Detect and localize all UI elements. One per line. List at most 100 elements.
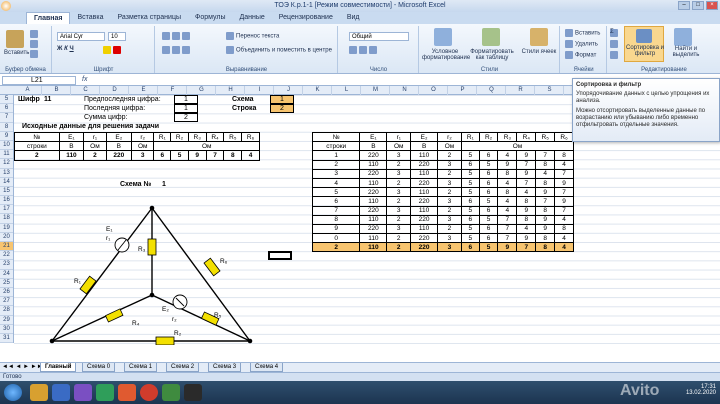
table-cell[interactable]: 110 bbox=[359, 242, 388, 253]
tab-review[interactable]: Рецензирование bbox=[272, 12, 340, 24]
number-format-select[interactable]: Общий bbox=[349, 32, 409, 41]
conditional-format-button[interactable]: Условное форматирование bbox=[422, 49, 470, 61]
merge-icon[interactable] bbox=[226, 46, 234, 54]
table-cell[interactable]: 5 bbox=[311, 187, 361, 198]
find-select-icon[interactable] bbox=[674, 28, 692, 46]
tab-view[interactable]: Вид bbox=[340, 12, 367, 24]
format-cells-button[interactable]: Формат bbox=[575, 53, 596, 59]
table-cell[interactable]: 5 bbox=[478, 159, 499, 170]
table-cell[interactable]: 110 bbox=[410, 150, 439, 161]
table-cell[interactable]: 3 bbox=[437, 159, 462, 170]
thousands-icon[interactable] bbox=[369, 46, 377, 54]
sort-filter-button[interactable]: Сортировка и фильтр bbox=[624, 26, 664, 62]
conditional-format-icon[interactable] bbox=[434, 28, 452, 46]
column-header[interactable]: K bbox=[304, 86, 332, 95]
scheme-value[interactable]: 1 bbox=[270, 95, 294, 104]
taskbar-chrome-icon[interactable] bbox=[140, 384, 158, 401]
align-center-icon[interactable] bbox=[172, 46, 180, 54]
wrap-text-icon[interactable] bbox=[226, 32, 234, 40]
table-cell[interactable]: 110 bbox=[410, 223, 439, 235]
table-cell[interactable]: 8 bbox=[535, 159, 556, 170]
row-header[interactable]: 17 bbox=[0, 205, 13, 215]
row-header[interactable]: 6 bbox=[0, 104, 13, 114]
row-header[interactable]: 28 bbox=[0, 306, 13, 316]
table-cell[interactable]: 7 bbox=[497, 223, 518, 235]
table-cell[interactable]: 3 bbox=[386, 187, 412, 198]
format-painter-icon[interactable] bbox=[30, 50, 38, 58]
table-cell[interactable]: 1 bbox=[311, 150, 361, 161]
table-cell[interactable]: 4 bbox=[554, 242, 574, 253]
font-name-select[interactable]: Arial Cyr bbox=[57, 32, 105, 41]
table-cell[interactable]: 9 bbox=[516, 233, 537, 244]
table-cell[interactable]: 110 bbox=[410, 205, 439, 216]
column-header[interactable]: L bbox=[333, 86, 361, 95]
table-cell[interactable]: 4 bbox=[241, 150, 260, 161]
table-cell[interactable]: 6 bbox=[460, 214, 480, 225]
taskbar-excel-icon[interactable] bbox=[162, 384, 180, 401]
sheet-tab[interactable]: Схема 3 bbox=[208, 363, 242, 372]
table-cell[interactable]: 9 bbox=[535, 223, 556, 235]
row-header[interactable]: 23 bbox=[0, 260, 13, 270]
table-cell[interactable]: 7 bbox=[535, 196, 556, 207]
table-cell[interactable]: 220 bbox=[359, 205, 388, 216]
table-cell[interactable]: 4 bbox=[497, 196, 518, 207]
table-cell[interactable]: 3 bbox=[437, 233, 462, 244]
row-header[interactable]: 30 bbox=[0, 325, 13, 334]
column-header[interactable]: C bbox=[72, 86, 100, 95]
delete-cells-icon[interactable] bbox=[565, 40, 573, 48]
table-cell[interactable]: 110 bbox=[410, 168, 439, 179]
table-cell[interactable]: 2 bbox=[386, 196, 412, 207]
table-cell[interactable]: 8 bbox=[223, 150, 243, 161]
table-cell[interactable]: 110 bbox=[359, 233, 388, 244]
tab-insert[interactable]: Вставка bbox=[70, 12, 110, 24]
table-cell[interactable]: 5 bbox=[460, 187, 480, 198]
table-cell[interactable]: 4 bbox=[554, 214, 574, 225]
table-cell[interactable]: 4 bbox=[554, 233, 574, 244]
tab-data[interactable]: Данные bbox=[232, 12, 271, 24]
table-cell[interactable]: 3 bbox=[437, 242, 462, 253]
table-cell[interactable]: 6 bbox=[311, 196, 361, 207]
selected-cell-l21[interactable] bbox=[268, 251, 292, 260]
cell-styles-button[interactable]: Стили ячеек bbox=[520, 49, 558, 55]
column-header[interactable]: E bbox=[130, 86, 158, 95]
currency-icon[interactable] bbox=[349, 46, 357, 54]
table-cell[interactable]: 5 bbox=[460, 177, 480, 189]
table-cell[interactable]: 2 bbox=[386, 214, 412, 225]
taskbar-browser-icon[interactable] bbox=[52, 384, 70, 401]
table-cell[interactable]: 7 bbox=[554, 205, 574, 216]
table-cell[interactable]: 110 bbox=[58, 150, 85, 161]
table-cell[interactable]: 8 bbox=[535, 233, 556, 244]
table-cell[interactable]: 5 bbox=[478, 214, 499, 225]
tab-home[interactable]: Главная bbox=[26, 12, 71, 24]
insert-cells-icon[interactable] bbox=[565, 29, 573, 37]
table-cell[interactable]: 220 bbox=[410, 233, 439, 244]
table-cell[interactable]: 8 bbox=[497, 187, 518, 198]
table-cell[interactable]: 2 bbox=[83, 150, 107, 161]
align-middle-icon[interactable] bbox=[172, 32, 180, 40]
row-header[interactable]: 7 bbox=[0, 113, 13, 123]
taskbar-settings-icon[interactable] bbox=[184, 384, 202, 401]
table-cell[interactable]: 220 bbox=[410, 159, 439, 170]
merge-button[interactable]: Объединить и поместить в центре bbox=[236, 48, 332, 54]
percent-icon[interactable] bbox=[359, 46, 367, 54]
table-cell[interactable]: 3 bbox=[386, 150, 412, 161]
close-button[interactable]: × bbox=[706, 1, 718, 10]
table-cell[interactable]: 2 bbox=[14, 150, 60, 161]
table-cell[interactable]: 9 bbox=[497, 242, 518, 253]
sheet-tab[interactable]: Схема 2 bbox=[166, 363, 200, 372]
table-cell[interactable]: 9 bbox=[516, 150, 537, 161]
maximize-button[interactable]: □ bbox=[692, 1, 704, 10]
table-cell[interactable]: 220 bbox=[359, 150, 388, 161]
table-cell[interactable]: 2 bbox=[311, 159, 361, 170]
table-cell[interactable]: 7 bbox=[497, 214, 518, 225]
row-header[interactable]: 22 bbox=[0, 251, 13, 261]
table-cell[interactable]: 2 bbox=[437, 223, 462, 235]
row-header[interactable]: 26 bbox=[0, 288, 13, 298]
table-cell[interactable]: 6 bbox=[478, 168, 499, 179]
sheet-nav-arrows-icon[interactable]: ◄◄ ◄ ► ►► bbox=[2, 364, 43, 370]
table-cell[interactable]: 220 bbox=[410, 214, 439, 225]
table-cell[interactable]: 3 bbox=[437, 177, 462, 189]
column-header[interactable]: Q bbox=[478, 86, 506, 95]
font-color-icon[interactable] bbox=[113, 46, 121, 54]
table-cell[interactable]: 8 bbox=[554, 223, 574, 235]
